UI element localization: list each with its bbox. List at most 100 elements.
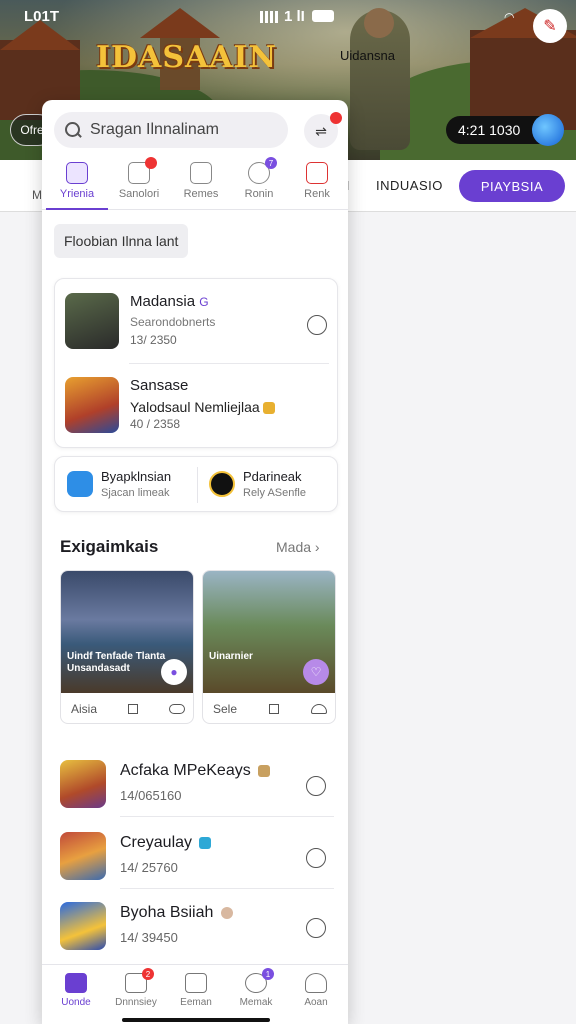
select-radio[interactable] xyxy=(306,776,326,796)
game-title: Sansase xyxy=(130,377,189,394)
tab-label: Ronin xyxy=(244,188,274,200)
banner-building xyxy=(470,30,576,130)
game-title-text: Byoha Bsiiah xyxy=(120,904,214,921)
section-title: Exigaimkais xyxy=(60,537,159,556)
emoji-icon xyxy=(199,836,212,849)
nav-home[interactable]: Uonde xyxy=(46,973,106,1008)
quick-link[interactable]: Pdarineak Rely ASenfle xyxy=(197,457,339,513)
select-radio[interactable] xyxy=(306,848,326,868)
wifi-icon: ◠ xyxy=(504,10,515,24)
emoji-icon xyxy=(220,906,233,919)
tab-category-4[interactable]: Renk xyxy=(286,162,348,210)
tab-category-3[interactable]: 7 Ronin xyxy=(228,157,290,210)
game-thumbnail xyxy=(65,293,119,349)
game-item[interactable]: Madansia G Searondobnerts 13/ 2350 xyxy=(55,279,339,363)
nav-item-1[interactable]: 2 Dnnnsiey xyxy=(106,968,166,1008)
search-input[interactable] xyxy=(90,121,280,139)
square-icon[interactable] xyxy=(128,704,138,714)
nav-label: Eeman xyxy=(180,997,212,1008)
nav-label: Uonde xyxy=(61,997,91,1008)
clock-tab-icon: 7 xyxy=(248,157,277,184)
featured-games-card: Madansia G Searondobnerts 13/ 2350 Sansa… xyxy=(54,278,338,448)
location-icon[interactable]: ● xyxy=(161,659,187,685)
pin-icon: ✎ xyxy=(543,18,557,35)
nav-item-2[interactable]: Eeman xyxy=(166,973,226,1008)
quick-link-subtitle: Sjacan limeak xyxy=(101,487,170,499)
status-indicators: 1 lI xyxy=(260,8,305,25)
filter-chip[interactable]: Floobian Ilnna lant xyxy=(54,224,189,258)
select-radio[interactable] xyxy=(306,918,326,938)
nav-label: Aoan xyxy=(304,997,328,1008)
quick-links-card: Byapklnsian Sjacan limeak Pdarineak Rely… xyxy=(54,456,338,512)
toggle-icon[interactable] xyxy=(168,704,185,714)
rank-tab-icon xyxy=(306,162,328,184)
character-label: Uidansna xyxy=(340,48,395,63)
quick-link-title: Byapklnsian xyxy=(101,469,172,484)
see-more-link[interactable]: Mada › xyxy=(276,539,320,555)
background-tab-fragment[interactable]: M xyxy=(32,188,42,202)
game-count: 40 / 2358 xyxy=(130,417,181,431)
game-subtitle: Searondobnerts xyxy=(130,315,216,329)
list-tab-icon xyxy=(190,162,212,184)
list-item[interactable]: Acfaka MPeKeays 14/065160 xyxy=(42,748,348,820)
tab-label: Renk xyxy=(304,188,330,200)
play-button[interactable]: PIAYBSIA xyxy=(459,170,565,202)
game-subtitle-text: Yalodsaul Nemliejlaa xyxy=(130,399,260,415)
chat-icon xyxy=(67,471,93,497)
list-item[interactable]: Creyaulay 14/ 25760 xyxy=(42,820,348,892)
signal-icon xyxy=(260,10,278,23)
emoji-icon xyxy=(262,402,275,415)
feature-label: Aisia xyxy=(71,702,98,716)
status-text: 1 lI xyxy=(284,8,305,25)
nav-badge: 1 xyxy=(262,968,274,980)
search-box[interactable] xyxy=(54,112,288,148)
profile-icon xyxy=(305,973,327,993)
feature-card[interactable]: Uindf Tenfade Tlanta Unsandasadt ● Aisia xyxy=(60,570,194,724)
home-icon xyxy=(65,973,87,993)
tab-label: Sanolori xyxy=(118,188,160,200)
quick-link-title: Pdarineak xyxy=(243,469,302,484)
sliders-icon: ⇌ xyxy=(315,122,327,139)
tab-category-1[interactable]: Sanolori xyxy=(108,157,170,210)
game-title-text: Acfaka MPeKeays xyxy=(120,762,251,779)
game-title: Creyaulay xyxy=(120,834,212,852)
pin-button[interactable]: ✎ xyxy=(533,9,567,43)
nav-item-3[interactable]: 1 Memak xyxy=(226,968,286,1008)
square-icon[interactable] xyxy=(269,704,280,714)
tab-label: Yrienia xyxy=(59,188,95,200)
nav-badge: 2 xyxy=(142,968,154,980)
game-thumbnail xyxy=(60,902,106,950)
feature-caption: Uinarnier xyxy=(209,651,253,662)
game-thumbnail xyxy=(60,760,106,808)
quick-link-subtitle: Rely ASenfle xyxy=(243,487,306,499)
heart-icon[interactable]: ♡ xyxy=(303,659,329,685)
tab-category-0[interactable]: Yrienia xyxy=(46,162,108,210)
globe-icon[interactable] xyxy=(532,114,564,146)
search-row: ⇌ xyxy=(54,112,342,150)
cloud-icon[interactable] xyxy=(311,704,327,714)
battery-icon xyxy=(312,10,334,22)
status-bar: L01T 1 lI ◠ xyxy=(0,0,576,34)
feature-footer: Aisia xyxy=(61,693,193,723)
tab-category-2[interactable]: Remes xyxy=(170,162,232,210)
game-title: Madansia G xyxy=(130,293,209,310)
select-radio[interactable] xyxy=(307,315,327,335)
feature-footer: Sele xyxy=(203,693,335,723)
game-title: Byoha Bsiiah xyxy=(120,904,233,922)
game-item[interactable]: Sansase Yalodsaul Nemliejlaa 40 / 2358 xyxy=(55,363,339,447)
tab-badge xyxy=(145,157,157,169)
status-time: L01T xyxy=(24,8,60,25)
quick-link[interactable]: Byapklnsian Sjacan limeak xyxy=(55,457,197,513)
sparkle-tab-icon xyxy=(128,157,157,184)
star-badge-icon xyxy=(209,471,235,497)
bottom-navigation: Uonde 2 Dnnnsiey Eeman 1 Memak Aoan xyxy=(42,964,348,1024)
divider xyxy=(120,888,334,889)
game-title-text: Madansia xyxy=(130,293,196,310)
game-count: 14/ 25760 xyxy=(120,860,178,875)
friends-icon: 1 xyxy=(245,968,274,993)
list-item[interactable]: Byoha Bsiiah 14/ 39450 xyxy=(42,890,348,962)
tab-industry[interactable]: INDUASIO xyxy=(376,178,443,193)
nav-item-4[interactable]: Aoan xyxy=(286,973,346,1008)
feature-card[interactable]: Uinarnier ♡ Sele xyxy=(202,570,336,724)
game-count: 14/ 39450 xyxy=(120,930,178,945)
